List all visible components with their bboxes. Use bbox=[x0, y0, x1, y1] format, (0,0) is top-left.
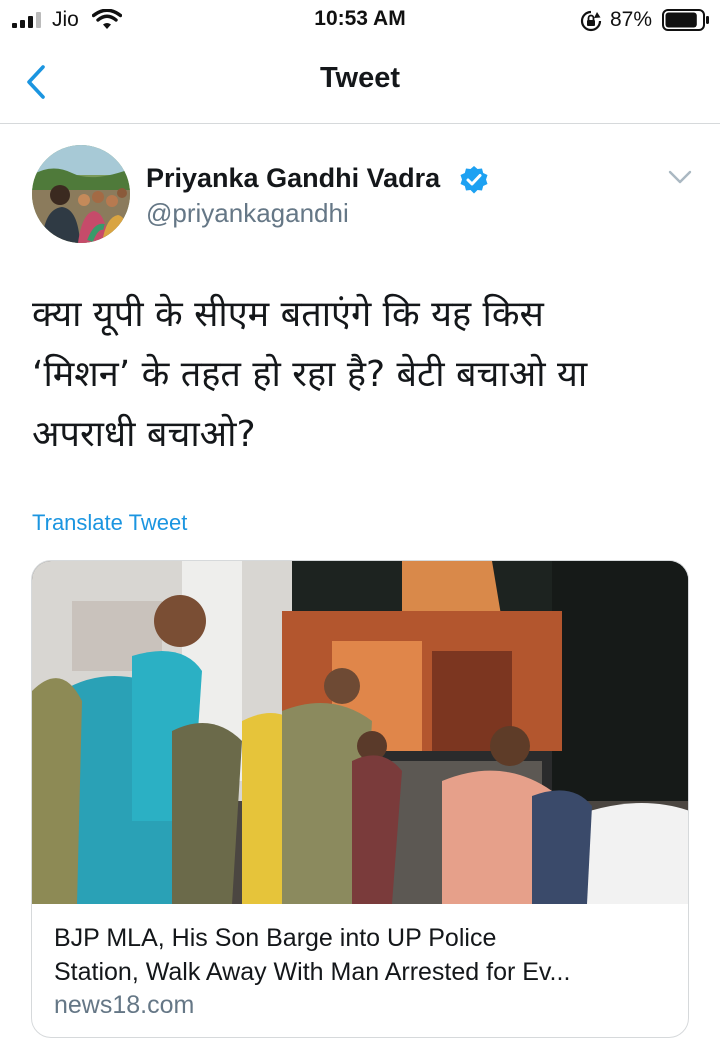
author-avatar[interactable] bbox=[32, 145, 130, 243]
chevron-down-icon[interactable] bbox=[666, 166, 694, 188]
status-bar: Jio 10:53 AM 87% bbox=[0, 0, 720, 40]
tweet-text: क्या यूपी के सीएम बताएंगे कि यह किस ‘मिश… bbox=[32, 285, 692, 465]
tweet-text-line: ‘मिशन’ के तहत हो रहा है? बेटी बचाओ या bbox=[32, 354, 588, 395]
tweet-text-line: अपराधी बचाओ? bbox=[32, 414, 256, 455]
nav-bar: Tweet bbox=[0, 40, 720, 124]
card-title-line: Station, Walk Away With Man Arrested for… bbox=[54, 958, 571, 986]
translate-tweet-link[interactable]: Translate Tweet bbox=[32, 510, 187, 536]
card-title-line: BJP MLA, His Son Barge into UP Police bbox=[54, 924, 497, 952]
link-preview-card[interactable]: BJP MLA, His Son Barge into UP Police St… bbox=[31, 560, 689, 1038]
author-handle[interactable]: @priyankagandhi bbox=[146, 198, 349, 229]
battery-icon bbox=[662, 9, 709, 31]
author-name[interactable]: Priyanka Gandhi Vadra bbox=[146, 163, 440, 194]
page-title: Tweet bbox=[319, 62, 401, 94]
rotation-lock-icon bbox=[580, 10, 602, 32]
battery-percent: 87% bbox=[610, 8, 653, 31]
card-domain: news18.com bbox=[54, 991, 195, 1019]
verified-badge-icon bbox=[460, 166, 488, 194]
card-thumbnail-image bbox=[32, 561, 688, 904]
card-title: BJP MLA, His Son Barge into UP Police St… bbox=[54, 921, 674, 989]
tweet-text-line: क्या यूपी के सीएम बताएंगे कि यह किस bbox=[32, 294, 544, 335]
